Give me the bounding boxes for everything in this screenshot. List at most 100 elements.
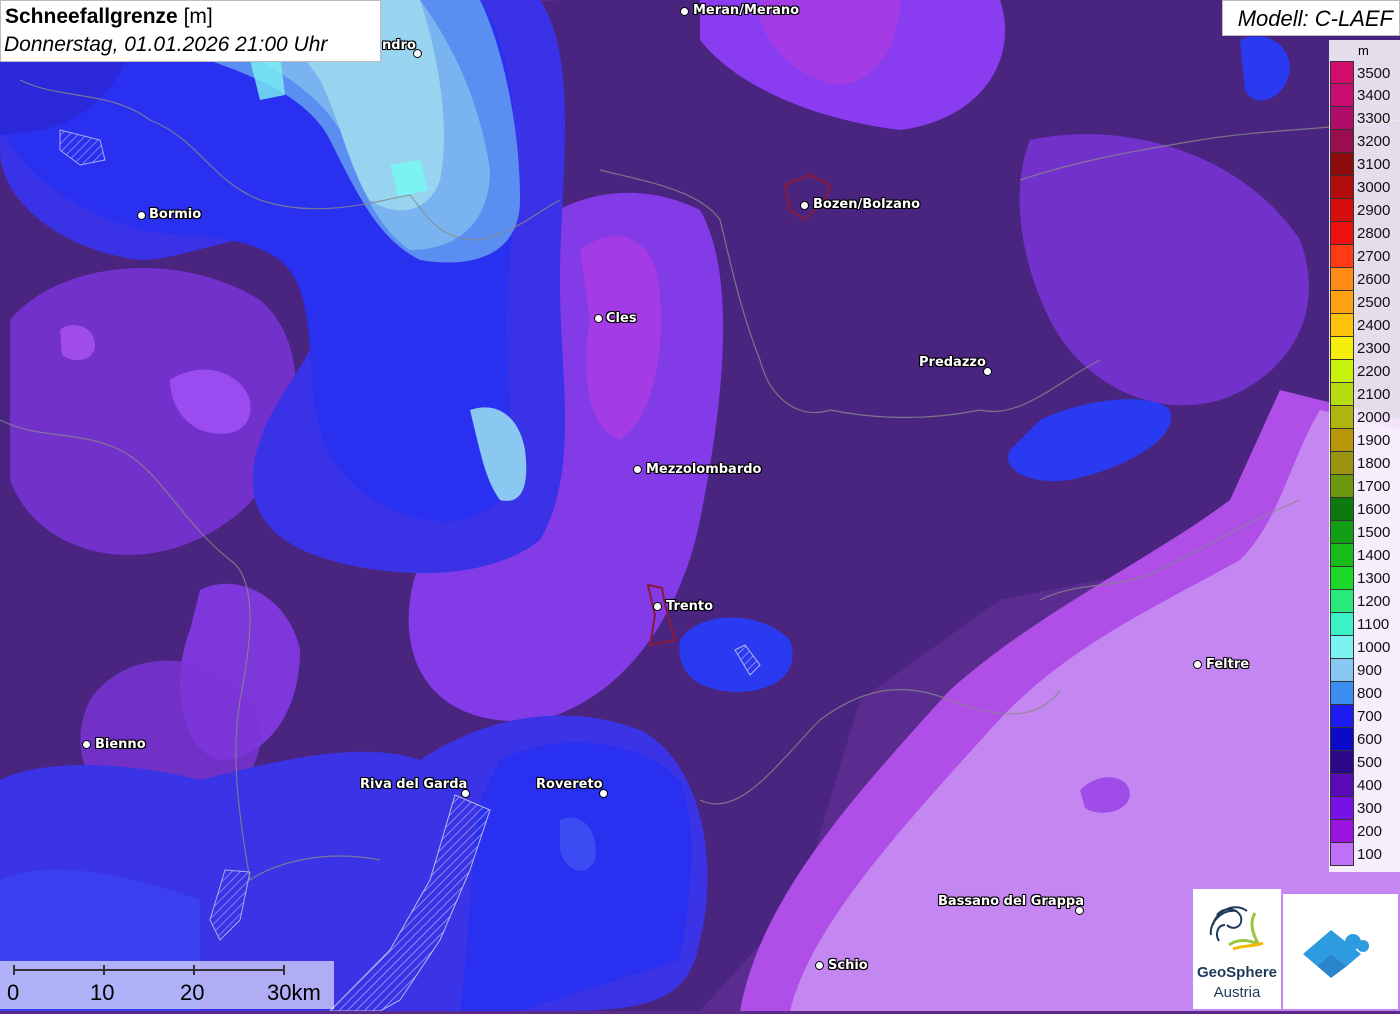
- model-label: Modell: C-LAEF: [1237, 6, 1393, 31]
- legend-swatch: 3200: [1330, 130, 1390, 153]
- legend-swatch: 3500: [1330, 61, 1390, 84]
- legend-label: 2200: [1357, 363, 1391, 380]
- app-logo[interactable]: [1283, 894, 1398, 1009]
- city-label-mezzolombardo: Mezzolombardo: [646, 462, 762, 477]
- legend-label: 100: [1357, 846, 1383, 863]
- legend-swatch: 900: [1330, 659, 1382, 682]
- legend-swatch: 3100: [1330, 153, 1390, 176]
- city-label-cles: Cles: [606, 311, 637, 326]
- weather-app-icon: [1303, 930, 1369, 978]
- city-dot-meran: [680, 7, 689, 16]
- legend-swatch: 1400: [1330, 544, 1390, 567]
- legend-swatch: 2700: [1330, 245, 1390, 268]
- legend-swatch: 1700: [1330, 475, 1390, 498]
- legend-swatch: 2000: [1330, 406, 1390, 429]
- legend-label: 2500: [1357, 294, 1391, 311]
- city-dot-bozen: [800, 201, 809, 210]
- legend-label: 500: [1357, 754, 1383, 771]
- geosphere-logo[interactable]: GeoSphere Austria: [1193, 889, 1281, 1009]
- legend-swatch: 2900: [1330, 199, 1390, 222]
- city-dot-cles: [594, 314, 603, 323]
- legend-label: 1100: [1357, 616, 1390, 633]
- legend-label: 1700: [1357, 478, 1391, 495]
- map-title-unit: [m]: [183, 5, 213, 28]
- legend-label: 3000: [1357, 179, 1391, 196]
- legend-label: 2700: [1357, 248, 1391, 265]
- legend-swatch: 200: [1330, 820, 1382, 843]
- city-dot-bormio: [137, 211, 146, 220]
- legend-swatch: 500: [1330, 751, 1382, 774]
- legend-swatch: 2400: [1330, 314, 1390, 337]
- legend-label: 2000: [1357, 409, 1391, 426]
- city-dot-bienno: [82, 740, 91, 749]
- legend-label: 1200: [1357, 593, 1391, 610]
- color-legend: m 3500 3400 3300 3200 3100 3000 2900 2800 2700 26…: [1329, 40, 1400, 872]
- city-label-bormio: Bormio: [149, 207, 202, 222]
- legend-bar: 3500 3400 3300 3200 3100 3000 2900 2800 2700 2600…: [1330, 61, 1390, 866]
- legend-label: 800: [1357, 685, 1383, 702]
- legend-label: 700: [1357, 708, 1383, 725]
- legend-swatch: 2200: [1330, 360, 1390, 383]
- legend-label: 1000: [1357, 639, 1391, 656]
- model-box: Modell: C-LAEF: [1222, 0, 1400, 36]
- legend-label: 400: [1357, 777, 1383, 794]
- legend-label: 300: [1357, 800, 1383, 817]
- legend-label: 3500: [1357, 65, 1391, 82]
- city-label-predazzo: Predazzo: [919, 355, 986, 370]
- legend-label: 2400: [1357, 317, 1391, 334]
- legend-label: 2100: [1357, 386, 1391, 403]
- legend-label: 900: [1357, 662, 1383, 679]
- legend-label: 3400: [1357, 87, 1391, 104]
- scale-label-10: 10: [90, 980, 115, 1005]
- legend-swatch: 700: [1330, 705, 1382, 728]
- city-label-schio: Schio: [828, 958, 868, 973]
- scale-label-0: 0: [7, 980, 20, 1005]
- city-dot-feltre: [1193, 660, 1202, 669]
- city-label-trento: Trento: [666, 599, 714, 614]
- map-title-bold: Schneefallgrenze: [5, 5, 178, 28]
- legend-swatch: 1200: [1330, 590, 1390, 613]
- scale-bar: 0 10 20 30km: [0, 961, 334, 1009]
- geosphere-emblem-icon: [1209, 906, 1264, 951]
- title-box: Schneefallgrenze [m] Donnerstag, 01.01.2…: [0, 0, 381, 62]
- legend-label: 1400: [1357, 547, 1391, 564]
- geosphere-name: GeoSphere: [1196, 964, 1278, 981]
- legend-swatch: 1800: [1330, 452, 1390, 475]
- legend-label: 3200: [1357, 133, 1391, 150]
- legend-swatch: 400: [1330, 774, 1382, 797]
- legend-label: 3100: [1357, 156, 1391, 173]
- snowfall-limit-map[interactable]: [0, 0, 1400, 1011]
- legend-label: 2900: [1357, 202, 1391, 219]
- scale-label-30km: 30km: [267, 980, 321, 1005]
- city-label-feltre: Feltre: [1206, 657, 1250, 672]
- city-label-bienno: Bienno: [95, 737, 146, 752]
- legend-label: 600: [1357, 731, 1383, 748]
- legend-swatch: 1000: [1330, 636, 1390, 659]
- city-label-bozen: Bozen/Bolzano: [813, 197, 921, 212]
- legend-label: 1300: [1357, 570, 1391, 587]
- legend-unit: m: [1358, 43, 1369, 58]
- legend-swatch: 2500: [1330, 291, 1390, 314]
- scale-label-20: 20: [180, 980, 205, 1005]
- legend-label: 1600: [1357, 501, 1391, 518]
- legend-label: 2600: [1357, 271, 1391, 288]
- city-dot-trento: [653, 602, 662, 611]
- city-label-bassano: Bassano del Grappa: [938, 894, 1084, 909]
- city-dot-mezzolombardo: [633, 465, 642, 474]
- geosphere-sub: Austria: [1213, 984, 1261, 1001]
- legend-swatch: 2600: [1330, 268, 1390, 291]
- legend-swatch: 2100: [1330, 383, 1390, 406]
- city-label-rovereto: Rovereto: [536, 777, 603, 792]
- legend-swatch: 1300: [1330, 567, 1390, 590]
- legend-label: 200: [1357, 823, 1383, 840]
- legend-label: 3300: [1357, 110, 1391, 127]
- legend-swatch: 3300: [1330, 107, 1390, 130]
- legend-swatch: 1500: [1330, 521, 1390, 544]
- legend-swatch: 1900: [1330, 429, 1390, 452]
- legend-swatch: 1600: [1330, 498, 1390, 521]
- city-dot-schio: [815, 961, 824, 970]
- legend-swatch: 100: [1330, 843, 1382, 866]
- legend-swatch: 2300: [1330, 337, 1390, 360]
- legend-swatch: 600: [1330, 728, 1382, 751]
- legend-swatch: 800: [1330, 682, 1382, 705]
